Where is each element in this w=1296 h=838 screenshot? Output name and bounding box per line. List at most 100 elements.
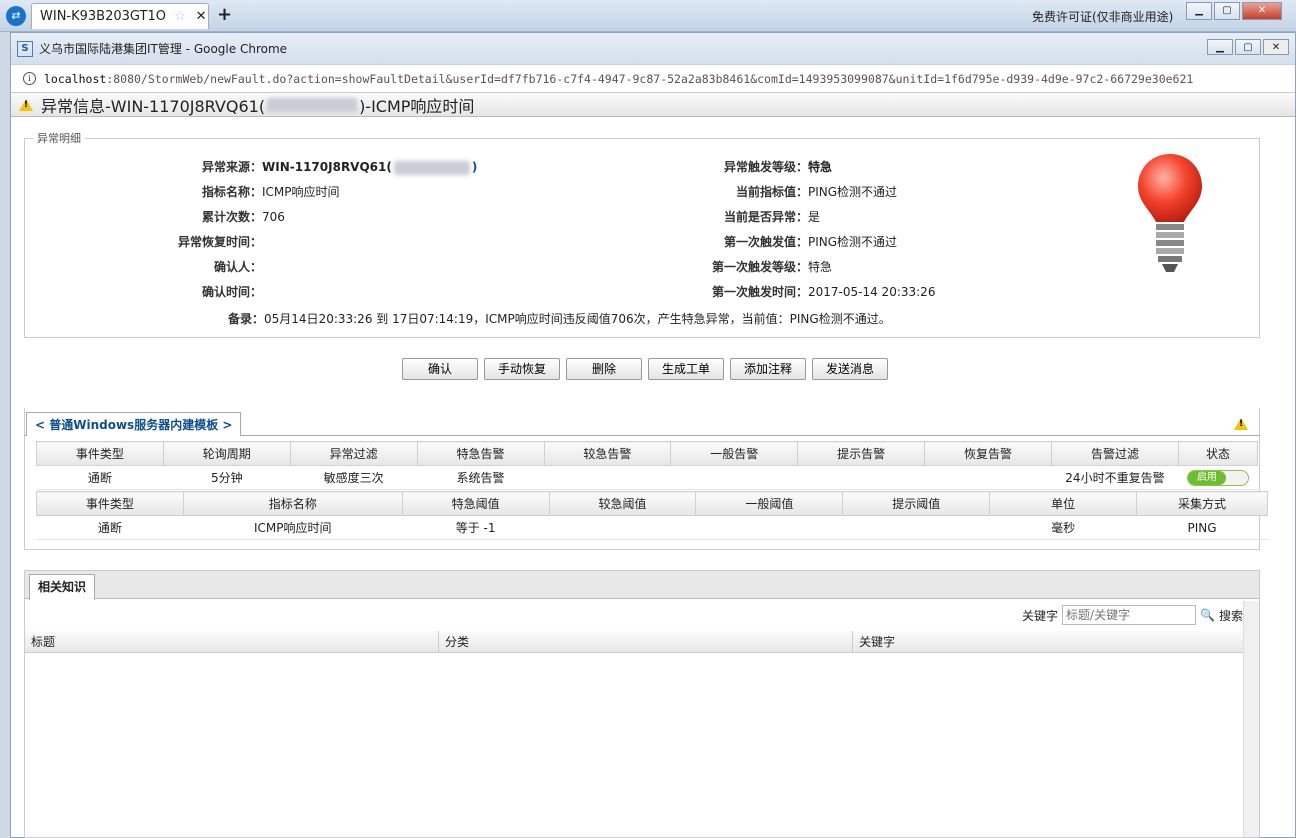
manual-recover-button[interactable]: 手动恢复 (484, 358, 560, 380)
site-info-icon[interactable]: i (23, 72, 36, 85)
detail-right-row: 当前是否异常：是 (680, 208, 820, 225)
policy-cell (670, 465, 798, 490)
knowledge-table-header: 标题 分类 关键字 (25, 631, 1243, 653)
redacted-ip (267, 97, 358, 112)
favorite-star-icon[interactable]: ☆ (174, 9, 186, 24)
maximize-icon[interactable]: ▢ (1214, 2, 1240, 20)
template-tab[interactable]: < 普通Windows服务器内建模板 > (26, 412, 242, 436)
detail-value: 2017-05-14 20:33:26 (808, 285, 936, 299)
teamviewer-logo-icon: ⇄ (6, 6, 26, 26)
policy-col-header: 较急告警 (543, 441, 672, 466)
threshold-cell (695, 515, 843, 540)
status-toggle[interactable]: 启用 (1186, 469, 1249, 486)
policy-cell: 系统告警 (417, 465, 544, 490)
alarm-bulb-icon (1138, 154, 1202, 272)
threshold-cell: 等于 -1 (402, 515, 550, 540)
warning-icon (19, 98, 33, 111)
knowledge-panel: 相关知识 关键字 🔍 搜索 标题 分类 关键字 (24, 570, 1260, 838)
confirm-button[interactable]: 确认 (402, 358, 478, 380)
policy-cell: 5分钟 (163, 465, 291, 490)
policy-cell: 24小时不重复告警 (1051, 465, 1179, 490)
detail-label: 异常来源： (201, 160, 262, 174)
detail-right-row: 第一次触发值：PING检测不通过 (680, 233, 897, 250)
col-category[interactable]: 分类 (439, 631, 853, 652)
policy-col-header: 轮询周期 (162, 441, 291, 466)
threshold-col-header: 单位 (989, 491, 1138, 516)
url-host: localhost (44, 71, 107, 86)
template-warning-icon (1234, 418, 1256, 433)
policy-col-header: 恢复告警 (924, 441, 1052, 466)
keyword-input[interactable] (1062, 605, 1197, 625)
threshold-cell (549, 515, 696, 540)
search-icon[interactable]: 🔍 (1200, 608, 1215, 622)
detail-right-row: 第一次触发时间：2017-05-14 20:33:26 (680, 283, 935, 300)
detail-label: 当前是否异常： (723, 210, 808, 224)
close-window-icon[interactable]: ✕ (1242, 2, 1282, 20)
knowledge-scrollbar[interactable] (1243, 601, 1259, 837)
page-title-suffix: )-ICMP响应时间 (359, 96, 475, 116)
chrome-close-icon[interactable]: ✕ (1263, 39, 1289, 55)
knowledge-tab[interactable]: 相关知识 (29, 574, 96, 600)
send-message-button[interactable]: 发送消息 (812, 358, 888, 380)
threshold-cell (842, 515, 990, 540)
detail-label: 累计次数： (201, 210, 262, 224)
detail-value: PING检测不通过 (808, 185, 898, 199)
remark-value: 05月14日20:33:26 到 17日07:14:19，ICMP响应时间违反阈… (264, 312, 891, 326)
chrome-window-title: 义乌市国际陆港集团IT管理 - Google Chrome (39, 42, 288, 56)
delete-button[interactable]: 删除 (566, 358, 642, 380)
detail-right-row: 第一次触发等级：特急 (680, 258, 832, 275)
minimize-icon[interactable]: ▁ (1186, 2, 1212, 20)
detail-value[interactable]: WIN-1170J8RVQ61( (262, 160, 392, 174)
detail-right-row: 当前指标值：PING检测不通过 (680, 183, 897, 200)
status-toggle-label: 启用 (1187, 470, 1226, 485)
detail-value: 是 (808, 210, 821, 224)
threshold-cell: 通断 (36, 515, 184, 540)
detail-value: 特急 (808, 260, 833, 274)
detail-left-row: 确认人： (150, 258, 262, 275)
license-text: 免费许可证(仅非商业用途) (1032, 10, 1174, 24)
detail-value: PING检测不通过 (808, 235, 898, 249)
detail-label: 确认时间： (201, 285, 262, 299)
detail-label: 第一次触发等级： (711, 260, 808, 274)
search-button[interactable]: 搜索 (1219, 607, 1243, 624)
detail-right-row: 异常触发等级：特急 (680, 158, 832, 175)
redacted-ip (393, 160, 470, 175)
detail-value: ICMP响应时间 (262, 185, 340, 199)
col-title[interactable]: 标题 (25, 631, 439, 652)
section-legend: 异常明细 (37, 132, 81, 145)
policy-cell: 通断 (36, 465, 164, 490)
outer-titlebar: ⇄ WIN-K93B203GT1O ☆ ✕ + 免费许可证(仅非商业用途) ▁ … (0, 0, 1296, 32)
col-keyword[interactable]: 关键字 (853, 631, 1243, 652)
detail-label: 异常触发等级： (723, 160, 808, 174)
address-bar[interactable]: i localhost:8080/StormWeb/newFault.do?ac… (11, 65, 1295, 93)
threshold-col-header: 事件类型 (36, 491, 184, 516)
chrome-window-controls: ▁ ▢ ✕ (1207, 39, 1289, 55)
knowledge-search: 关键字 🔍 搜索 (1022, 605, 1243, 625)
threshold-col-header: 特急阈值 (401, 491, 550, 516)
threshold-col-header: 较急阈值 (548, 491, 697, 516)
source-paren: ) (471, 160, 478, 174)
chrome-minimize-icon[interactable]: ▁ (1207, 39, 1233, 55)
policy-cell: 启用 (1178, 465, 1258, 490)
chrome-maximize-icon[interactable]: ▢ (1235, 39, 1261, 55)
policy-col-header: 告警过滤 (1051, 441, 1179, 466)
detail-label: 指标名称： (201, 185, 262, 199)
detail-left-row: 异常来源：WIN-1170J8RVQ61() (150, 158, 477, 175)
threshold-cell: ICMP响应时间 (183, 515, 403, 540)
policy-cell (924, 465, 1052, 490)
policy-cell (544, 465, 671, 490)
add-comment-button[interactable]: 添加注释 (730, 358, 806, 380)
threshold-col-header: 提示阈值 (842, 491, 991, 516)
close-tab-icon[interactable]: ✕ (196, 9, 207, 24)
remark-label: 备录： (228, 312, 265, 326)
create-ticket-button[interactable]: 生成工单 (648, 358, 724, 380)
remote-session-tab[interactable]: WIN-K93B203GT1O ☆ ✕ (31, 3, 209, 29)
detail-label: 当前指标值： (735, 185, 808, 199)
policy-cell: 敏感度三次 (290, 465, 418, 490)
url-path: :8080/StormWeb/newFault.do?action=showFa… (106, 71, 1194, 86)
detail-label: 确认人： (213, 260, 262, 274)
policy-col-header: 事件类型 (36, 441, 164, 466)
new-tab-plus-icon[interactable]: + (217, 4, 232, 25)
threshold-col-header: 一般阈值 (695, 491, 844, 516)
keyword-label: 关键字 (1022, 608, 1059, 623)
